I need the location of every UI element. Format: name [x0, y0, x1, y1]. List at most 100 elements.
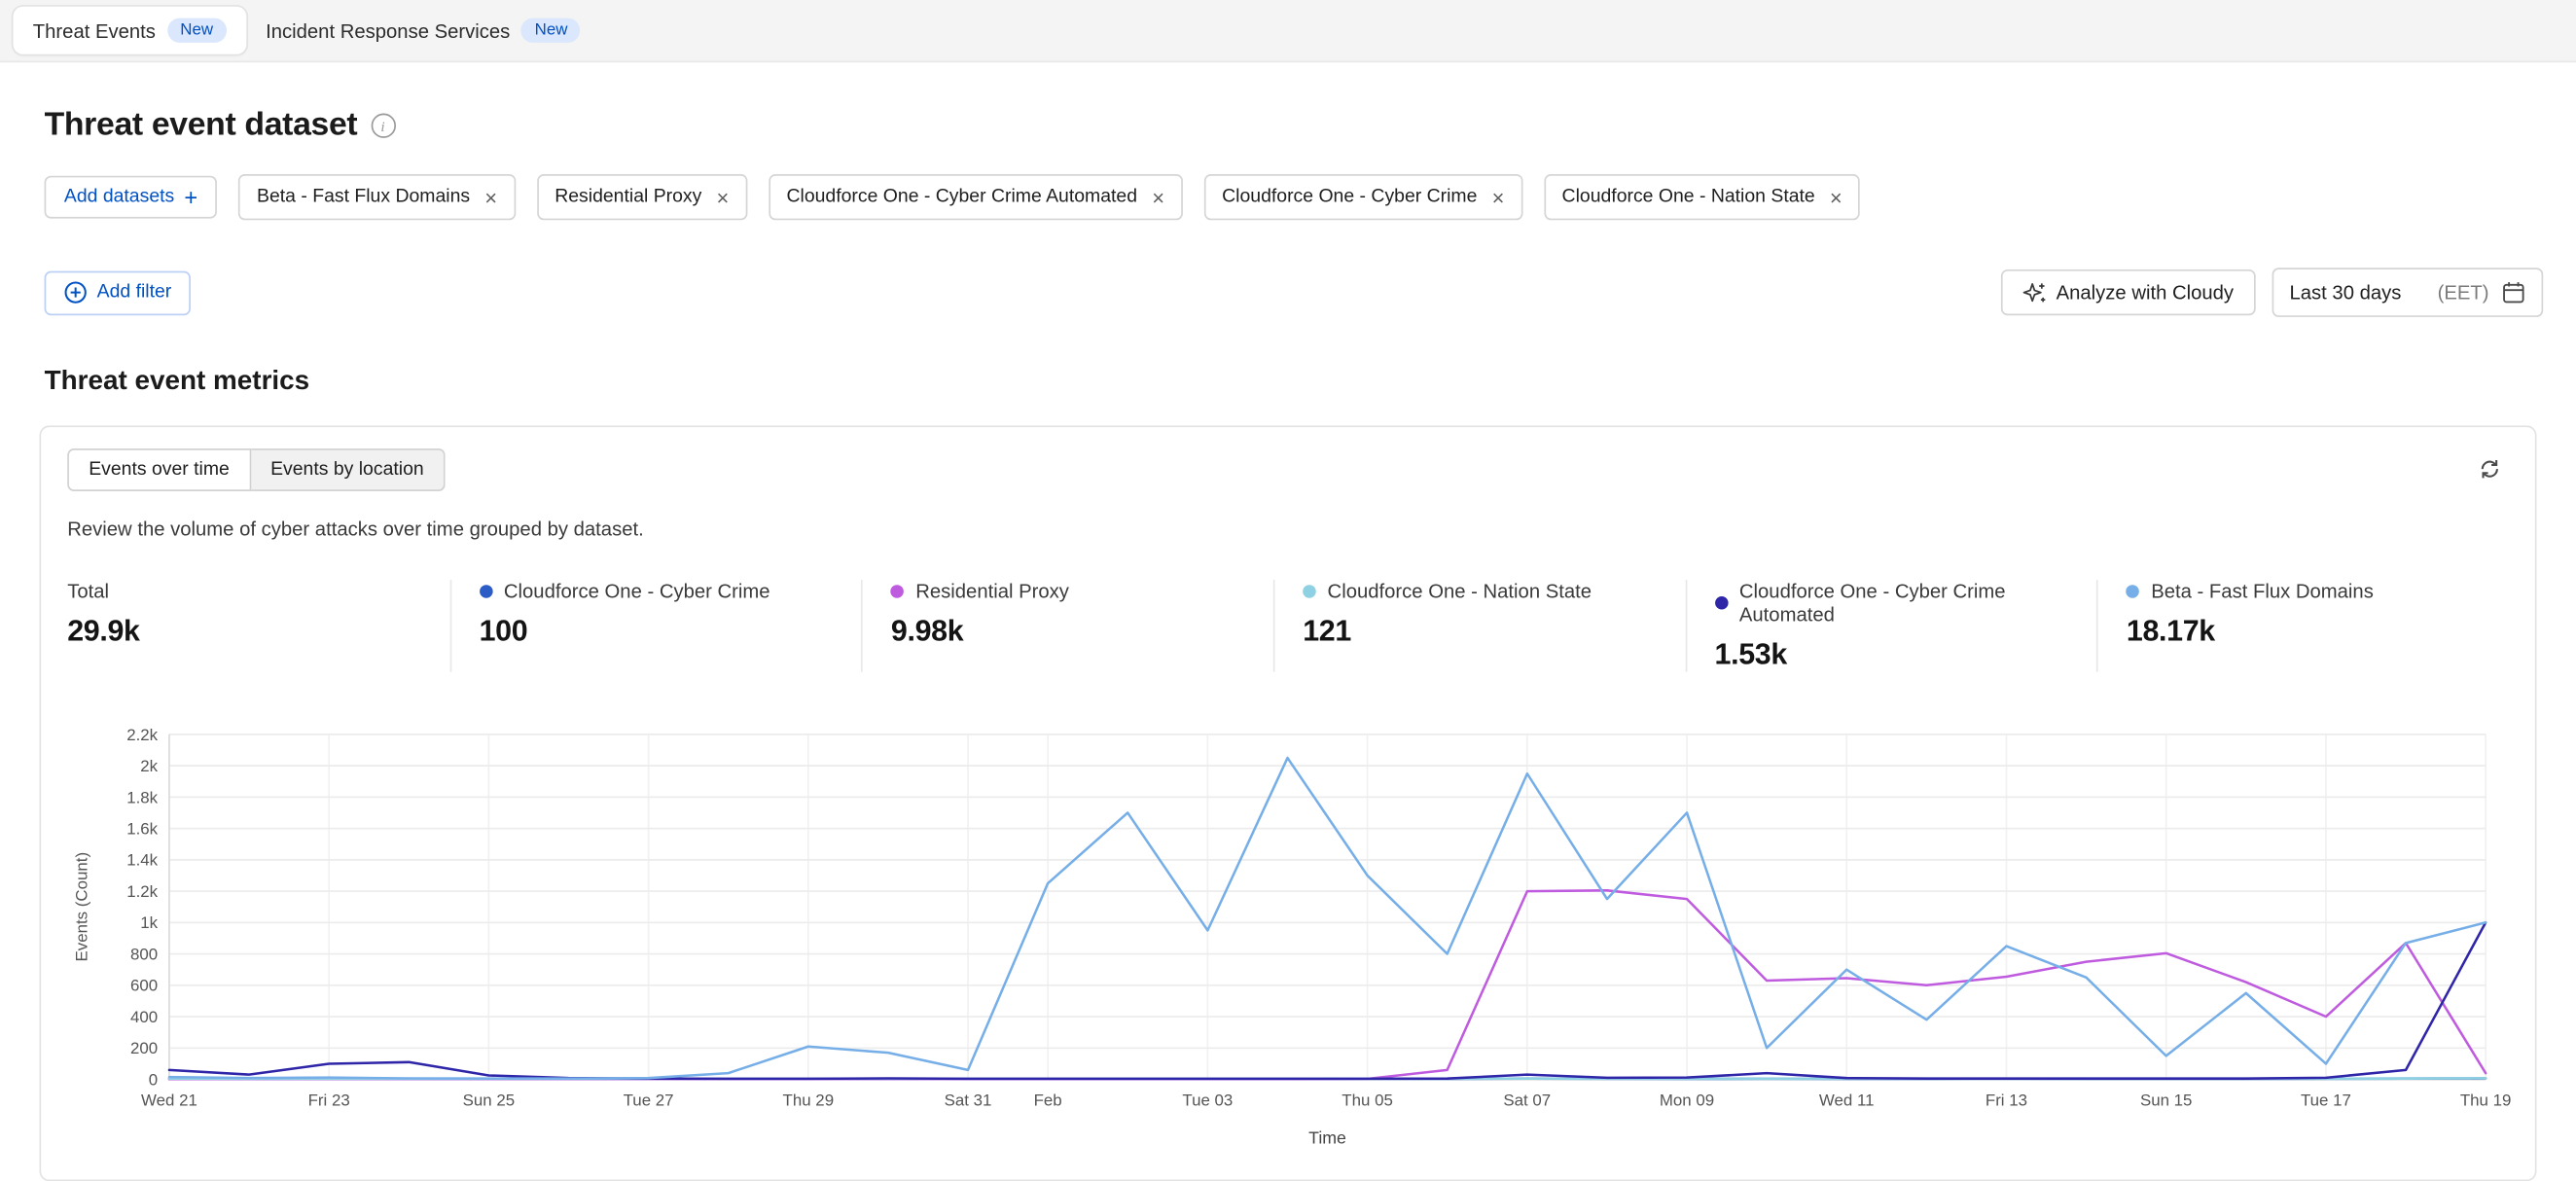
page-content: Threat event dataset i Add datasets + Be… — [0, 107, 2576, 1181]
tab-threat-events[interactable]: Threat Events New — [14, 7, 246, 54]
stat-block: Cloudforce One - Cyber Crime Automated 1.… — [1685, 580, 2096, 672]
stat-label: Cloudforce One - Cyber Crime Automated — [1715, 580, 2097, 626]
add-datasets-button[interactable]: Add datasets + — [45, 176, 218, 219]
tab-label: Threat Events — [33, 18, 156, 42]
metrics-heading: Threat event metrics — [45, 367, 2544, 398]
svg-text:200: 200 — [130, 1039, 158, 1057]
title-row: Threat event dataset i — [45, 107, 2544, 145]
svg-text:0: 0 — [149, 1070, 158, 1089]
svg-text:Mon 09: Mon 09 — [1660, 1092, 1714, 1110]
metrics-view-tabs: Events over time Events by location — [67, 448, 445, 491]
plus-circle-icon — [64, 281, 88, 304]
stat-value: 121 — [1303, 615, 1685, 649]
dataset-chips-row: Add datasets + Beta - Fast Flux Domains ×… — [45, 174, 2544, 220]
svg-text:2k: 2k — [140, 757, 158, 775]
dataset-chip: Cloudforce One - Cyber Crime Automated × — [769, 174, 1183, 220]
chip-close-icon[interactable]: × — [1830, 187, 1843, 208]
stat-value: 1.53k — [1715, 637, 2097, 671]
tab-incident-response-services[interactable]: Incident Response Services New — [246, 7, 600, 54]
svg-text:Sun 15: Sun 15 — [2140, 1092, 2192, 1110]
stat-block: Cloudforce One - Nation State 121 — [1273, 580, 1685, 672]
svg-text:Thu 29: Thu 29 — [783, 1092, 835, 1110]
chip-close-icon[interactable]: × — [1152, 187, 1164, 208]
stat-block: Cloudforce One - Cyber Crime 100 — [449, 580, 861, 672]
new-badge: New — [521, 18, 581, 43]
tab-label: Incident Response Services — [266, 18, 510, 42]
card-header: Events over time Events by location — [67, 448, 2509, 491]
calendar-icon — [2502, 281, 2525, 304]
svg-text:1k: 1k — [140, 913, 158, 932]
date-range-picker[interactable]: Last 30 days (EET) — [2272, 268, 2543, 317]
date-range-value: Last 30 days — [2289, 281, 2401, 304]
dataset-chip-label: Cloudforce One - Cyber Crime — [1222, 188, 1477, 207]
legend-dot — [891, 585, 905, 598]
svg-text:Sun 25: Sun 25 — [463, 1092, 515, 1110]
svg-text:Sat 31: Sat 31 — [945, 1092, 992, 1110]
svg-text:1.8k: 1.8k — [126, 788, 158, 806]
chips-container: Beta - Fast Flux Domains×Residential Pro… — [238, 174, 1860, 220]
stat-value: 18.17k — [2127, 615, 2509, 649]
stat-label: Cloudforce One - Cyber Crime — [480, 580, 862, 603]
dataset-chip: Residential Proxy× — [537, 174, 747, 220]
stat-label: Beta - Fast Flux Domains — [2127, 580, 2509, 603]
legend-dot — [480, 585, 493, 598]
svg-text:1.4k: 1.4k — [126, 851, 158, 870]
stat-block: Total 29.9k — [67, 580, 449, 672]
chip-close-icon[interactable]: × — [717, 187, 730, 208]
dataset-chip: Beta - Fast Flux Domains × — [238, 174, 515, 220]
stat-value: 9.98k — [891, 615, 1273, 649]
tab-events-over-time[interactable]: Events over time — [67, 448, 251, 491]
svg-text:1.2k: 1.2k — [126, 882, 158, 901]
events-over-time-chart[interactable]: 02004006008001k1.2k1.4k1.6k1.8k2k2.2kWed… — [67, 715, 2512, 1156]
svg-text:Sat 07: Sat 07 — [1503, 1092, 1551, 1110]
svg-text:Wed 11: Wed 11 — [1819, 1092, 1875, 1110]
svg-text:Thu 19: Thu 19 — [2460, 1092, 2512, 1110]
svg-text:600: 600 — [130, 977, 158, 995]
refresh-icon — [2477, 456, 2501, 481]
stat-label: Total — [67, 580, 449, 603]
stat-value: 100 — [480, 615, 862, 649]
new-badge: New — [167, 18, 227, 43]
info-icon[interactable]: i — [371, 114, 395, 138]
svg-text:Tue 27: Tue 27 — [624, 1092, 674, 1110]
chart-container: 02004006008001k1.2k1.4k1.6k1.8k2k2.2kWed… — [67, 715, 2509, 1163]
add-filter-button[interactable]: Add filter — [45, 270, 192, 315]
analyze-with-cloudy-button[interactable]: Analyze with Cloudy — [2000, 269, 2255, 315]
dataset-chip-label: Cloudforce One - Nation State — [1562, 188, 1815, 207]
svg-text:Fri 13: Fri 13 — [1986, 1092, 2027, 1110]
timezone-label: (EET) — [2438, 281, 2489, 304]
stats-row: Total 29.9k Cloudforce One - Cyber Crime 10… — [67, 580, 2509, 672]
refresh-button[interactable] — [2469, 448, 2509, 488]
legend-dot — [2127, 585, 2140, 598]
svg-text:Feb: Feb — [1034, 1092, 1062, 1110]
stat-label: Cloudforce One - Nation State — [1303, 580, 1685, 603]
svg-text:Fri 23: Fri 23 — [308, 1092, 350, 1110]
top-tab-bar: Threat Events New Incident Response Serv… — [0, 0, 2576, 62]
tab-events-by-location[interactable]: Events by location — [251, 448, 446, 491]
svg-text:Time: Time — [1308, 1127, 1346, 1147]
svg-text:1.6k: 1.6k — [126, 820, 158, 839]
toolbar-row: Add filter Analyze with Cloudy Last 30 d… — [45, 268, 2544, 317]
svg-text:400: 400 — [130, 1008, 158, 1026]
stat-value: 29.9k — [67, 615, 449, 649]
metrics-card: Events over time Events by location Revi… — [40, 425, 2537, 1181]
legend-dot — [1303, 585, 1316, 598]
dataset-chip: Cloudforce One - Nation State × — [1544, 174, 1860, 220]
dataset-chip-label: Beta - Fast Flux Domains — [257, 188, 470, 207]
page-title: Threat event dataset — [45, 107, 358, 145]
chip-close-icon[interactable]: × — [484, 187, 497, 208]
sparkle-icon — [2021, 280, 2046, 304]
stat-block: Beta - Fast Flux Domains 18.17k — [2096, 580, 2508, 672]
svg-text:Events (Count): Events (Count) — [73, 852, 91, 962]
stat-label: Residential Proxy — [891, 580, 1273, 603]
analyze-label: Analyze with Cloudy — [2057, 281, 2234, 304]
add-datasets-label: Add datasets — [64, 188, 174, 207]
svg-text:Wed 21: Wed 21 — [141, 1092, 197, 1110]
svg-text:Thu 05: Thu 05 — [1342, 1092, 1393, 1110]
svg-text:2.2k: 2.2k — [126, 726, 158, 744]
legend-dot — [1715, 596, 1729, 610]
dataset-chip: Cloudforce One - Cyber Crime × — [1204, 174, 1522, 220]
chip-close-icon[interactable]: × — [1492, 187, 1505, 208]
dataset-chip-label: Cloudforce One - Cyber Crime Automated — [786, 188, 1137, 207]
stat-block: Residential Proxy 9.98k — [862, 580, 1273, 672]
